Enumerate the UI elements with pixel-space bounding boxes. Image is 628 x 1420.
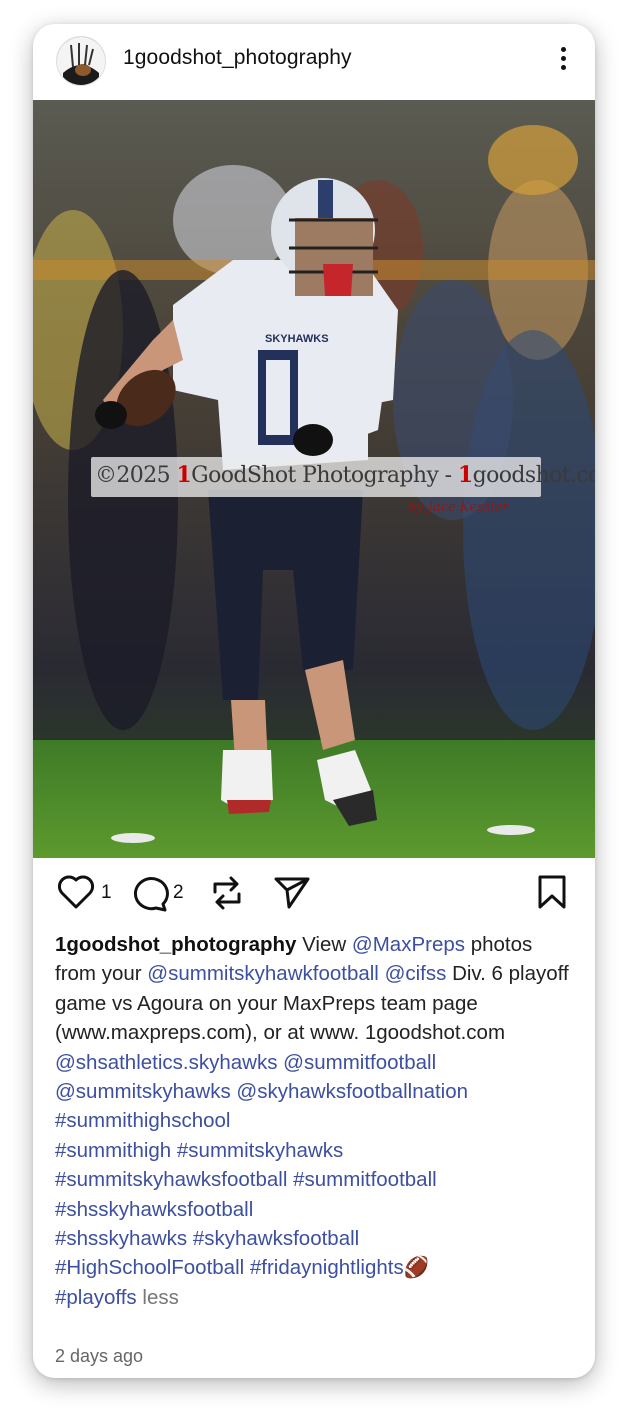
- heart-icon[interactable]: [57, 874, 95, 915]
- send-icon[interactable]: [273, 874, 311, 915]
- hashtag-links[interactable]: #shsskyhawksfootball: [55, 1198, 253, 1221]
- post-photo[interactable]: SKYHAWKS ©2025 1GoodShot Photography - 1…: [33, 100, 595, 858]
- watermark-signature: by Jace Kessler: [408, 500, 509, 515]
- avatar[interactable]: [56, 36, 106, 86]
- mention-link[interactable]: @summitskyhawkfootball: [147, 962, 379, 985]
- mention-links[interactable]: @shsathletics.skyhawks @summitfootball: [55, 1051, 436, 1074]
- caption-author[interactable]: 1goodshot_photography: [55, 933, 296, 956]
- post-card: 1goodshot_photography SKYHAWKS ©2025 1Go…: [33, 24, 595, 1378]
- mention-link[interactable]: @cifss: [385, 962, 447, 985]
- mention-link[interactable]: @MaxPreps: [352, 933, 465, 956]
- like-count: 1: [101, 882, 112, 903]
- hashtag-links[interactable]: #summithighschool: [55, 1109, 230, 1132]
- mention-links[interactable]: @summitskyhawks @skyhawksfootballnation: [55, 1080, 468, 1103]
- post-caption: 1goodshot_photography View @MaxPreps pho…: [55, 933, 569, 1309]
- post-username[interactable]: 1goodshot_photography: [123, 46, 352, 70]
- watermark-text: ©2025 1GoodShot Photography - 1goodshot.…: [95, 462, 595, 488]
- post-header: 1goodshot_photography: [33, 24, 595, 100]
- repost-icon[interactable]: [209, 874, 245, 917]
- hashtag-links[interactable]: #summitskyhawksfootball #summitfootball: [55, 1168, 437, 1191]
- hashtag-links[interactable]: #playoffs: [55, 1286, 137, 1309]
- svg-text:SKYHAWKS: SKYHAWKS: [265, 333, 329, 345]
- hashtag-links[interactable]: #summithigh #summitskyhawks: [55, 1139, 343, 1162]
- comment-icon[interactable]: [129, 874, 169, 917]
- comment-count: 2: [173, 882, 184, 903]
- hashtag-links[interactable]: #shsskyhawks #skyhawksfootball: [55, 1227, 359, 1250]
- more-vertical-icon[interactable]: [551, 44, 575, 74]
- action-bar: 1 2: [33, 858, 595, 928]
- bookmark-icon[interactable]: [537, 874, 567, 915]
- less-link[interactable]: less: [137, 1286, 178, 1309]
- post-timestamp: 2 days ago: [55, 1346, 144, 1366]
- hashtag-links[interactable]: #HighSchoolFootball #fridaynightlights🏈: [55, 1256, 429, 1279]
